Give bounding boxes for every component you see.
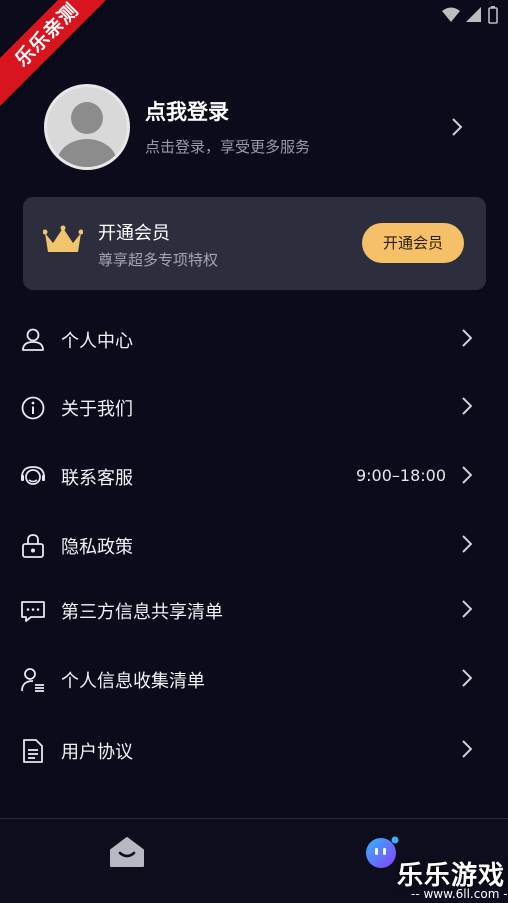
- menu-label: 用户协议: [61, 742, 133, 763]
- mine-icon[interactable]: [364, 835, 400, 869]
- chevron-right-icon: [462, 740, 472, 758]
- headset-icon: [21, 466, 45, 485]
- service-hours: 9:00–18:00: [355, 466, 446, 485]
- battery-icon: [488, 6, 498, 24]
- open-vip-button[interactable]: 开通会员: [362, 223, 464, 263]
- menu-item-privacy-policy[interactable]: 隐私政策: [0, 517, 508, 573]
- chevron-right-icon: [462, 466, 472, 484]
- menu-label: 第三方信息共享清单: [61, 602, 223, 623]
- menu-label: 个人信息收集清单: [61, 671, 205, 692]
- chevron-right-icon: [462, 600, 472, 618]
- menu-label: 个人中心: [61, 331, 133, 352]
- menu-item-customer-service[interactable]: 联系客服 9:00–18:00: [0, 448, 508, 504]
- status-icons: [442, 6, 498, 24]
- info-icon: [21, 396, 45, 420]
- login-profile[interactable]: 点我登录 点击登录，享受更多服务: [44, 84, 484, 172]
- menu-item-personal-center[interactable]: 个人中心: [0, 311, 508, 367]
- home-icon[interactable]: [109, 836, 145, 868]
- chevron-right-icon: [462, 397, 472, 415]
- menu-item-third-party-sharing[interactable]: 第三方信息共享清单: [0, 582, 508, 638]
- menu-label: 隐私政策: [61, 537, 133, 558]
- menu-item-user-agreement[interactable]: 用户协议: [0, 722, 508, 778]
- document-icon: [23, 739, 43, 763]
- chat-icon: [21, 601, 45, 622]
- corner-ribbon: 乐乐亲测: [0, 0, 110, 110]
- user-list-icon: [21, 668, 44, 692]
- user-icon: [22, 328, 44, 351]
- vip-card[interactable]: 开通会员 尊享超多专项特权 开通会员: [23, 197, 486, 290]
- chevron-right-icon: [462, 329, 472, 347]
- menu-label: 联系客服: [61, 468, 133, 489]
- chevron-right-icon: [462, 535, 472, 553]
- login-title: 点我登录: [145, 100, 229, 124]
- wifi-icon: [442, 7, 460, 22]
- ribbon-text: 乐乐亲测: [0, 0, 110, 108]
- vip-subtitle: 尊享超多专项特权: [98, 251, 219, 269]
- chevron-right-icon: [452, 118, 462, 136]
- vip-title: 开通会员: [98, 223, 170, 244]
- chevron-right-icon: [462, 669, 472, 687]
- watermark-site-url: -- www.6ll.com --: [411, 887, 508, 903]
- login-subtitle: 点击登录，享受更多服务: [145, 138, 311, 156]
- menu-item-personal-info-collection[interactable]: 个人信息收集清单: [0, 651, 508, 707]
- menu-label: 关于我们: [61, 399, 133, 420]
- crown-icon: [43, 225, 83, 252]
- signal-icon: [466, 7, 481, 22]
- menu-item-about-us[interactable]: 关于我们: [0, 379, 508, 435]
- lock-icon: [22, 534, 44, 558]
